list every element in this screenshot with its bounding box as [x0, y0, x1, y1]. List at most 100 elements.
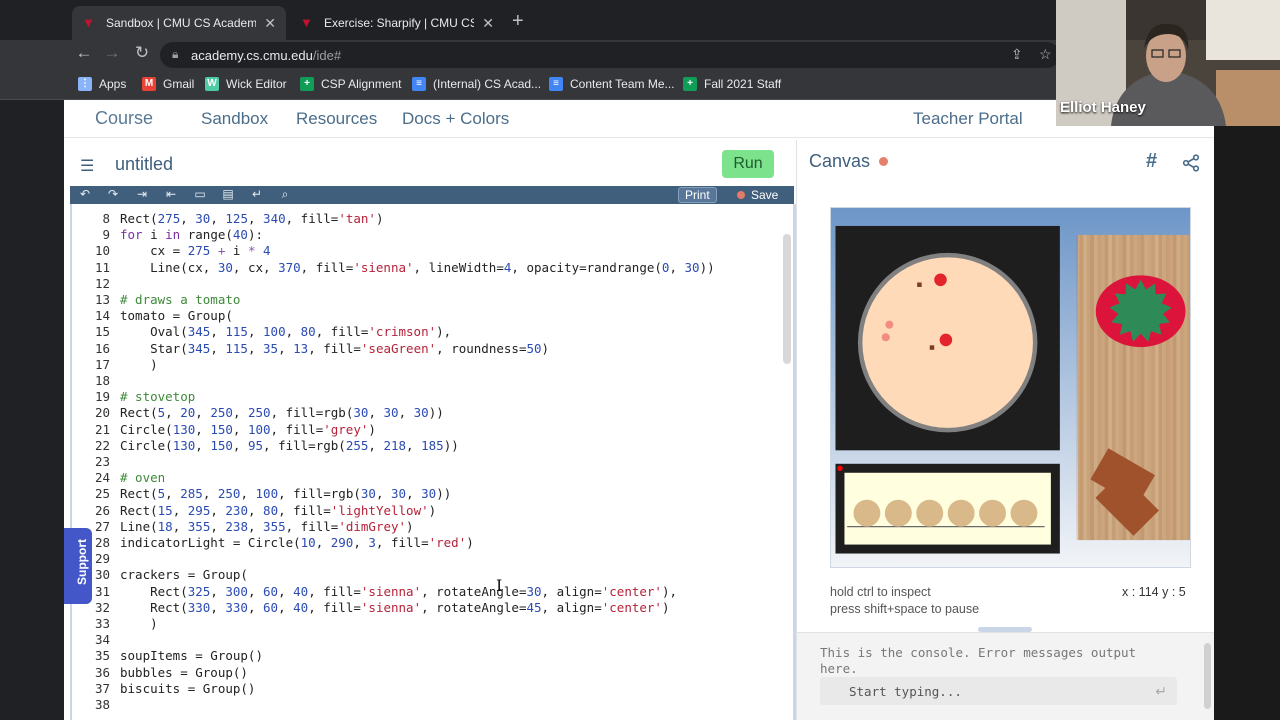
code-line[interactable]: tomato = Group( [120, 308, 233, 323]
grid-icon[interactable]: # [1146, 150, 1157, 173]
nav-resources[interactable]: Resources [296, 109, 377, 129]
bookmark-wick-editor[interactable]: W Wick Editor [205, 77, 287, 91]
line-number: 36 [94, 664, 110, 680]
undo-icon[interactable]: ↶ [77, 187, 93, 201]
file-title[interactable]: untitled [115, 154, 173, 175]
line-number: 16 [94, 340, 110, 356]
code-line[interactable]: Rect(330, 330, 60, 40, fill='sienna', ro… [120, 600, 669, 615]
code-line[interactable]: # stovetop [120, 389, 195, 404]
outdent-icon[interactable]: ⇤ [163, 187, 179, 201]
run-button[interactable]: Run [722, 150, 774, 178]
line-number: 20 [94, 405, 110, 421]
code-line[interactable]: bubbles = Group() [120, 665, 248, 680]
line-number: 18 [94, 373, 110, 388]
hamburger-icon[interactable]: ☰ [80, 156, 94, 176]
code-line[interactable]: Circle(130, 150, 95, fill=rgb(255, 218, … [120, 438, 459, 453]
code-line[interactable]: Rect(5, 285, 250, 100, fill=rgb(30, 30, … [120, 486, 451, 501]
code-line[interactable]: Line(18, 355, 238, 355, fill='dimGrey') [120, 519, 414, 534]
bookmark-apps[interactable]: ⋮ Apps [78, 77, 126, 91]
code-line[interactable]: Oval(345, 115, 100, 80, fill='crimson'), [120, 324, 451, 339]
code-line[interactable]: # draws a tomato [120, 292, 240, 307]
tab-exercise[interactable]: ▼ Exercise: Sharpify | CMU CS Ac ✕ [290, 6, 504, 40]
indent-icon[interactable]: ⇥ [134, 187, 150, 201]
code-line[interactable]: cx = 275 + i * 4 [120, 243, 270, 258]
enter-icon[interactable]: ↵ [1155, 683, 1167, 700]
code-editor[interactable]: 8 9 10 11 12 13 14 15 16 17 18 19 20 21 22 23 24 25 26 27 28… [70, 204, 797, 720]
redo-icon[interactable]: ↷ [105, 187, 121, 201]
line-number: 33 [94, 616, 110, 631]
bookmark-label: Wick Editor [226, 77, 287, 91]
code-line[interactable]: # oven [120, 470, 165, 485]
stovetop [835, 225, 1060, 451]
unsaved-dot [737, 191, 745, 199]
tab-title: Exercise: Sharpify | CMU CS Ac [324, 16, 475, 30]
address-bar[interactable]: 🔒︎ academy.cs.cmu.edu/ide# ⇪ ☆ [160, 42, 1056, 68]
close-tab-icon[interactable]: ✕ [264, 15, 276, 32]
bookmark-label: Fall 2021 Staff [704, 77, 782, 91]
oven [835, 463, 1060, 554]
cs-academy-page: Course Sandbox Resources Docs + Colors T… [64, 100, 1214, 720]
bookmark-star-icon[interactable]: ☆ [1039, 46, 1052, 63]
console-input[interactable] [820, 677, 1140, 705]
wrap-icon[interactable]: ↵ [249, 187, 265, 201]
back-icon[interactable]: ← [72, 43, 96, 63]
x-coordinate: x : 114 [1122, 585, 1159, 599]
url-path: /ide# [312, 48, 342, 63]
forward-icon[interactable]: → [100, 43, 124, 63]
bookmark-content-team[interactable]: ≡ Content Team Me... [549, 77, 675, 91]
url-text: academy.cs.cmu.edu/ide# [191, 48, 341, 63]
code-line[interactable]: Line(cx, 30, cx, 370, fill='sienna', lin… [120, 260, 715, 275]
sheets-icon: + [300, 77, 314, 91]
line-number: 21 [94, 421, 110, 437]
code-line[interactable]: Rect(325, 300, 60, 40, fill='sienna', ro… [120, 584, 677, 599]
code-line[interactable]: Rect(15, 295, 230, 80, fill='lightYellow… [120, 503, 436, 518]
bookmark-fall-2021-staff[interactable]: + Fall 2021 Staff [683, 77, 781, 91]
code-line[interactable]: soupItems = Group() [120, 648, 263, 663]
line-number: 37 [94, 680, 110, 696]
bookmark-label: (Internal) CS Acad... [433, 77, 542, 91]
search-icon[interactable]: ⌕ [277, 187, 293, 202]
bookmarks-bar: ⋮ Apps M Gmail W Wick Editor + CSP Alignment… [0, 70, 1056, 100]
line-number: 24 [94, 470, 110, 486]
new-tab-icon[interactable]: + [512, 10, 524, 33]
browser-toolbar: ← → ↻ 🔒︎ academy.cs.cmu.edu/ide# ⇪ ☆ [0, 40, 1056, 70]
bookmark-gmail[interactable]: M Gmail [142, 77, 194, 91]
lock-icon: 🔒︎ [172, 47, 179, 61]
support-tab[interactable]: Support [64, 528, 92, 604]
nav-sandbox[interactable]: Sandbox [201, 109, 268, 129]
tab-sandbox[interactable]: ▼ Sandbox | CMU CS Academy ✕ [72, 6, 286, 40]
nav-teacher-portal[interactable]: Teacher Portal [913, 109, 1023, 129]
save-button[interactable]: Save [732, 187, 792, 203]
code-line[interactable]: crackers = Group( [120, 567, 248, 582]
code-line[interactable]: Rect(275, 30, 125, 340, fill='tan') [120, 211, 383, 226]
line-number: 25 [94, 486, 110, 502]
drawing-canvas[interactable] [830, 207, 1191, 568]
reload-icon[interactable]: ↻ [130, 43, 154, 63]
sheets-icon: + [683, 77, 697, 91]
code-line[interactable]: Circle(130, 150, 100, fill='grey') [120, 422, 376, 437]
inspect-hint: hold ctrl to inspect [830, 585, 931, 599]
code-line[interactable]: for i in range(40): [120, 227, 263, 242]
share-page-icon[interactable]: ⇪ [1011, 46, 1023, 63]
nav-course[interactable]: Course [95, 108, 153, 129]
console-scrollbar[interactable] [1204, 643, 1211, 709]
editor-scrollbar[interactable] [783, 234, 791, 364]
code-line[interactable]: indicatorLight = Circle(10, 290, 3, fill… [120, 535, 474, 550]
line-number: 9 [102, 227, 110, 243]
bookmark-csp-alignment[interactable]: + CSP Alignment [300, 77, 402, 91]
code-line[interactable]: Rect(5, 20, 250, 250, fill=rgb(30, 30, 3… [120, 405, 444, 420]
close-tab-icon[interactable]: ✕ [482, 15, 494, 32]
code-line[interactable]: ) [120, 616, 158, 631]
nav-docs-colors[interactable]: Docs + Colors [402, 109, 509, 129]
console-message: This is the console. Error messages outp… [820, 645, 1137, 676]
participant-name: Elliot Haney [1060, 99, 1146, 116]
code-line[interactable]: biscuits = Group() [120, 681, 255, 696]
code-area[interactable]: Rect(275, 30, 125, 340, fill='tan') for i… [120, 204, 780, 720]
format-icon[interactable]: ▤ [220, 187, 236, 201]
comment-icon[interactable]: ▭ [192, 187, 208, 201]
code-line[interactable]: ) [120, 357, 158, 372]
bookmark-internal-cs-academy[interactable]: ≡ (Internal) CS Acad... [412, 77, 541, 91]
share-icon[interactable] [1182, 154, 1200, 172]
print-button[interactable]: Print [678, 187, 717, 203]
code-line[interactable]: Star(345, 115, 35, 13, fill='seaGreen', … [120, 341, 549, 356]
